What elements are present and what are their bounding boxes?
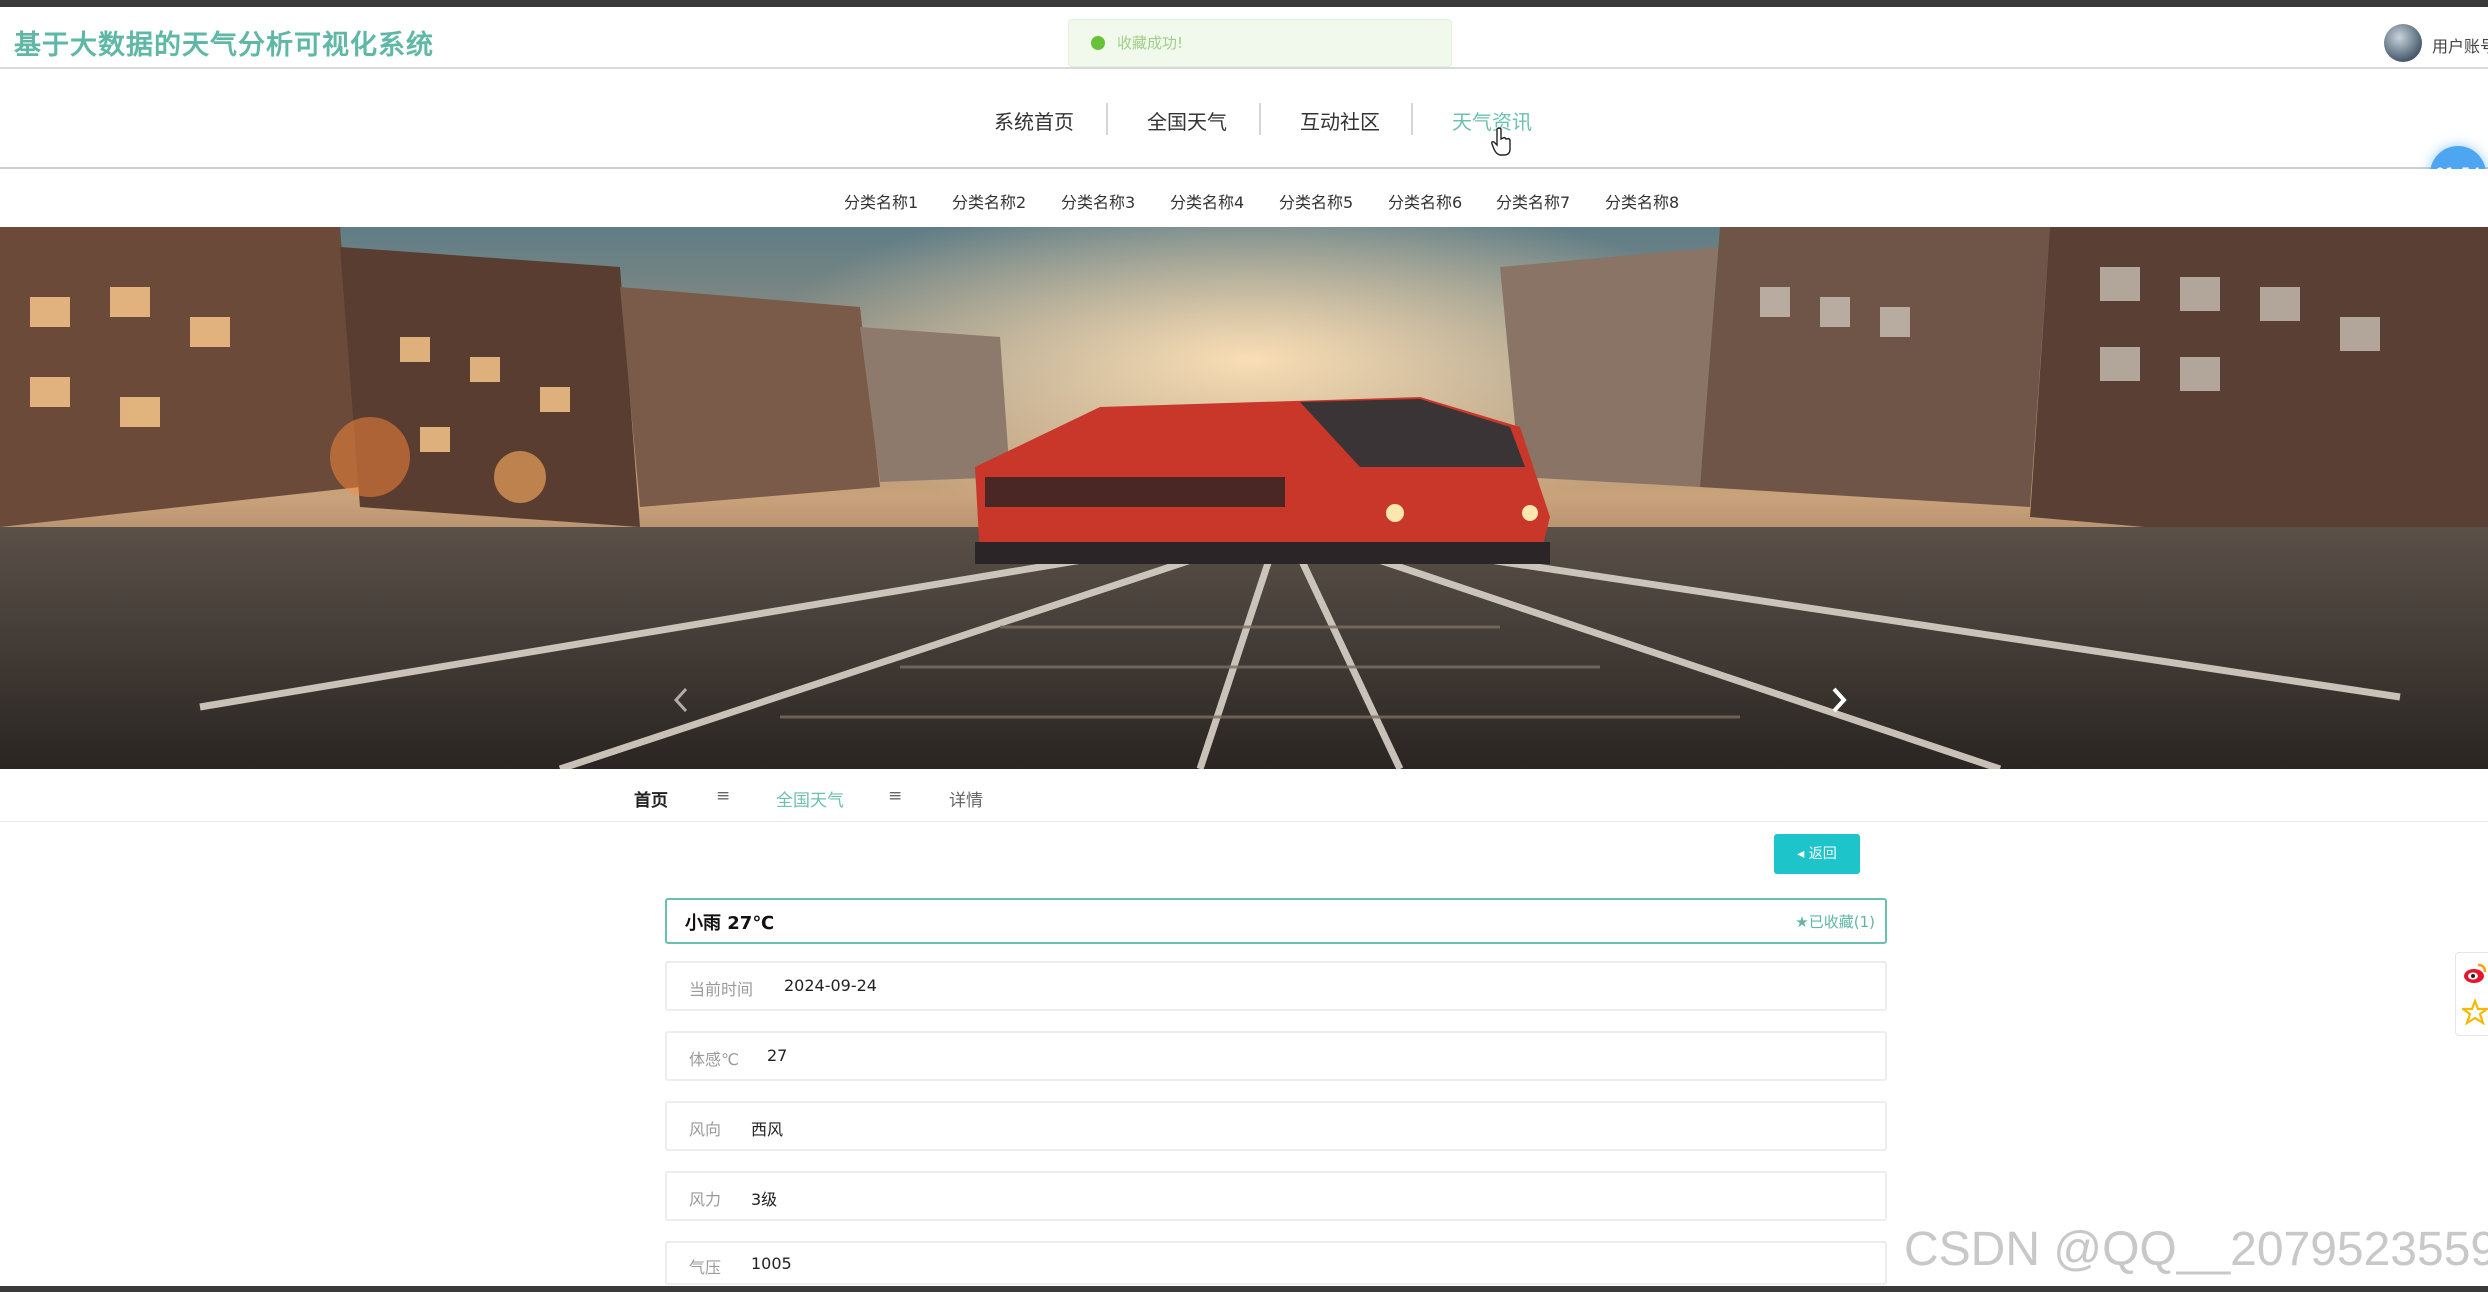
nav-divider	[1106, 103, 1108, 135]
row-label: 体感℃	[689, 1050, 739, 1069]
row-label: 气压	[689, 1258, 722, 1277]
category-item-4[interactable]: 分类名称4	[1170, 189, 1244, 213]
star-icon: ★	[1795, 913, 1809, 931]
category-item-2[interactable]: 分类名称2	[952, 189, 1026, 213]
breadcrumb-separator: ≡	[716, 786, 731, 806]
top-header: 基于大数据的天气分析可视化系统 收藏成功! 用户账号	[0, 7, 2488, 69]
category-item-5[interactable]: 分类名称5	[1279, 189, 1353, 213]
main-nav: 系统首页 全国天气 互动社区 天气资讯	[0, 69, 2488, 169]
weibo-icon[interactable]	[2462, 961, 2488, 987]
nav-divider	[1411, 103, 1413, 135]
breadcrumb-national-weather[interactable]: 全国天气	[776, 786, 844, 811]
back-button[interactable]: ◂ 返回	[1774, 834, 1860, 874]
nav-item-community[interactable]: 互动社区	[1300, 106, 1380, 135]
hand-cursor-icon	[1491, 127, 1511, 156]
detail-row-wind-force: 风力 3级	[665, 1171, 1887, 1221]
avatar[interactable]	[2384, 24, 2422, 62]
carousel-prev-chevron-left-icon[interactable]	[668, 685, 694, 715]
nav-item-national-weather[interactable]: 全国天气	[1147, 106, 1227, 135]
star-icon[interactable]	[2462, 999, 2488, 1025]
row-label: 风向	[689, 1120, 722, 1139]
user-account-link[interactable]: 用户账号	[2432, 33, 2488, 57]
category-item-3[interactable]: 分类名称3	[1061, 189, 1135, 213]
back-button-label: 返回	[1808, 846, 1837, 862]
category-bar: 分类名称1 分类名称2 分类名称3 分类名称4 分类名称5 分类名称6 分类名称…	[0, 169, 2488, 227]
row-value: 3级	[751, 1190, 778, 1209]
detail-row-wind-direction: 风向 西风	[665, 1101, 1887, 1151]
category-item-7[interactable]: 分类名称7	[1496, 189, 1570, 213]
csdn-watermark: CSDN @QQ__2079523559	[1904, 1223, 2488, 1276]
caret-left-icon: ◂	[1797, 846, 1809, 862]
success-icon	[1091, 36, 1105, 50]
weather-title: 小雨 27℃	[685, 913, 775, 934]
category-item-1[interactable]: 分类名称1	[844, 189, 918, 213]
share-sidebar	[2455, 952, 2488, 1036]
window-bottom-edge	[0, 1286, 2488, 1292]
breadcrumb-detail: 详情	[949, 791, 983, 811]
breadcrumb-home[interactable]: 首页	[634, 786, 668, 811]
nav-divider	[1259, 103, 1261, 135]
weather-detail-title: 小雨 27℃ ★已收藏(1)	[665, 898, 1887, 944]
row-label: 当前时间	[689, 980, 754, 999]
detail-row-feels-like: 体感℃ 27	[665, 1031, 1887, 1081]
success-toast: 收藏成功!	[1068, 19, 1452, 67]
carousel-next-chevron-right-icon[interactable]	[1826, 685, 1852, 715]
detail-row-current-time: 当前时间 2024-09-24	[665, 961, 1887, 1011]
category-item-8[interactable]: 分类名称8	[1605, 189, 1679, 213]
banner-image-train-city	[0, 227, 2488, 769]
favorite-button[interactable]: ★已收藏(1)	[1795, 911, 1875, 932]
row-value: 西风	[751, 1120, 784, 1139]
row-label: 风力	[689, 1190, 722, 1209]
breadcrumb: 首页 ≡ 全国天气 ≡ 详情	[0, 769, 2488, 822]
site-title[interactable]: 基于大数据的天气分析可视化系统	[14, 23, 434, 62]
toast-message: 收藏成功!	[1117, 34, 1184, 52]
row-value: 2024-09-24	[784, 976, 877, 995]
nav-item-home[interactable]: 系统首页	[994, 106, 1074, 135]
row-value: 1005	[751, 1254, 792, 1273]
breadcrumb-separator: ≡	[888, 786, 903, 806]
detail-row-pressure: 气压 1005	[665, 1241, 1887, 1285]
row-value: 27	[767, 1046, 788, 1065]
banner-carousel[interactable]	[0, 227, 2488, 769]
category-item-6[interactable]: 分类名称6	[1388, 189, 1462, 213]
window-top-edge	[0, 0, 2488, 7]
favorite-label: 已收藏(1)	[1808, 913, 1875, 931]
